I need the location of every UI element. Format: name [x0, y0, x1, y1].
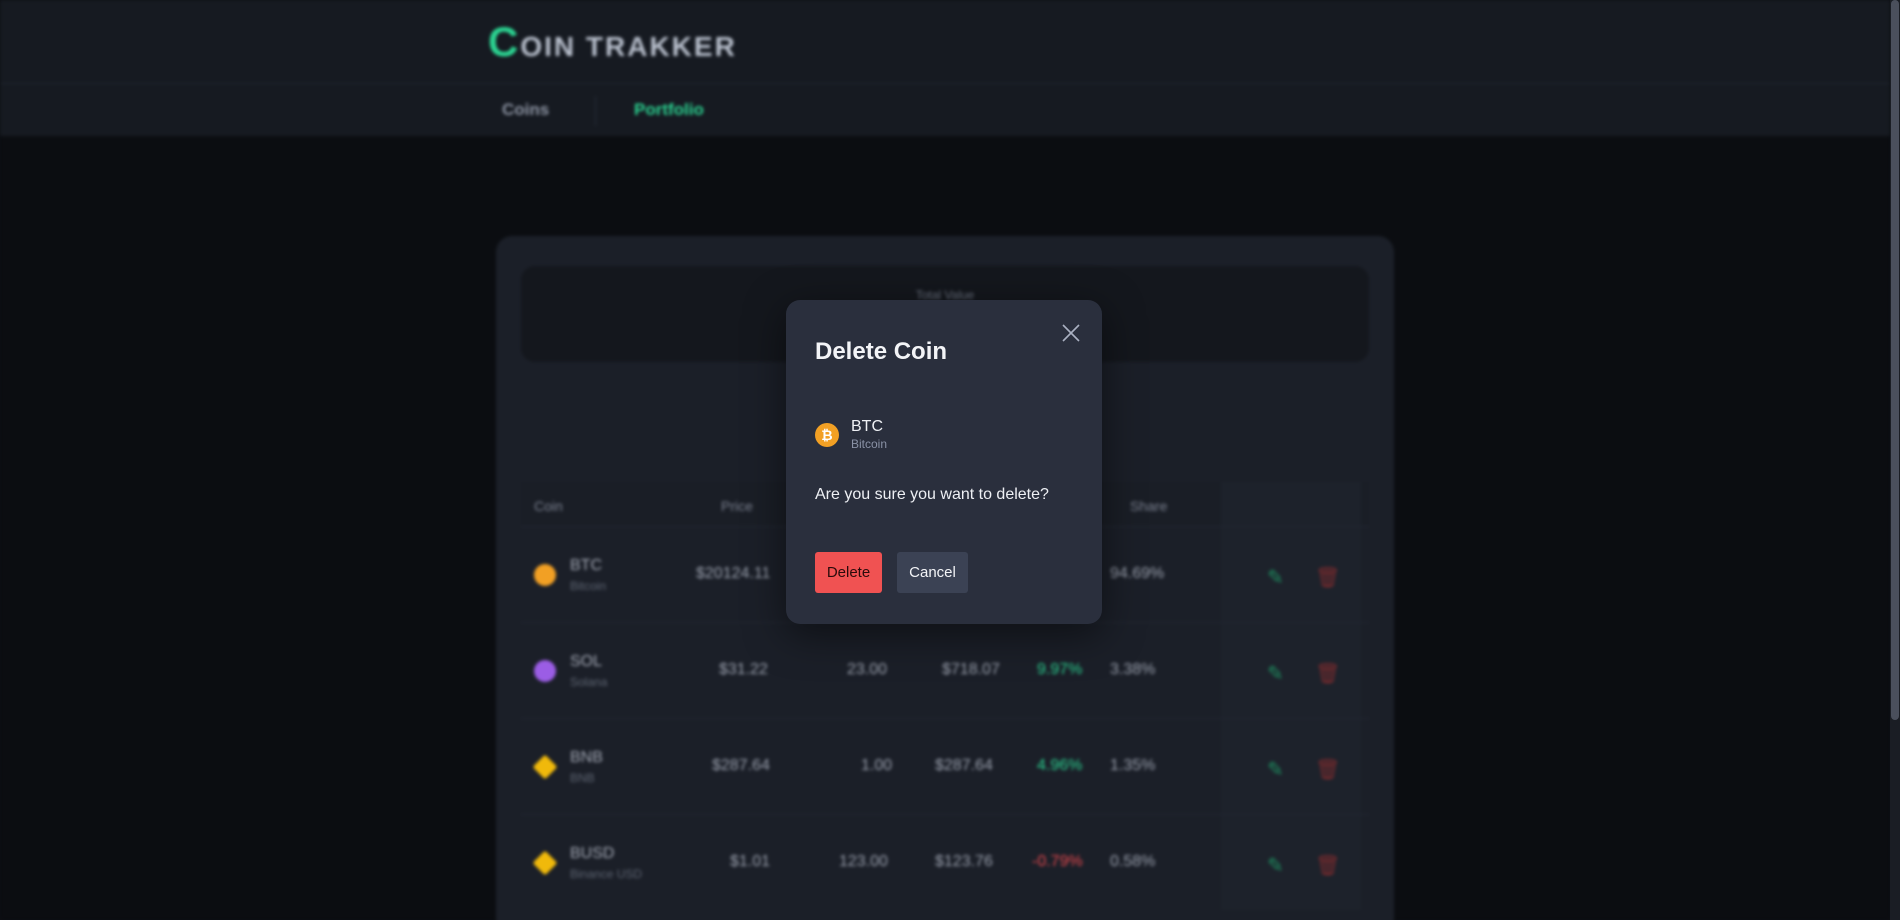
- row-name: Solana: [570, 675, 608, 689]
- trash-icon[interactable]: 🗑: [1315, 565, 1340, 590]
- row-price: $1.01: [730, 853, 771, 870]
- app-logo[interactable]: C OIN TRAKKER: [488, 18, 737, 66]
- edit-icon[interactable]: ✎: [1267, 565, 1284, 590]
- edit-icon[interactable]: ✎: [1267, 853, 1284, 878]
- row-symbol: BNB: [570, 749, 603, 766]
- row-name: BNB: [570, 771, 595, 785]
- bitcoin-icon: ₿: [815, 422, 839, 447]
- table-row[interactable]: BUSD Binance USD $1.01 123.00 $123.76 -0…: [521, 814, 1369, 910]
- row-value: $718.07: [942, 661, 1000, 678]
- solana-icon: [534, 660, 556, 682]
- edit-icon[interactable]: ✎: [1267, 661, 1284, 686]
- row-change: 4.96%: [1037, 757, 1083, 774]
- table-row[interactable]: BNB BNB $287.64 1.00 $287.64 4.96% 1.35%…: [521, 718, 1369, 814]
- row-price: $31.22: [719, 661, 768, 678]
- row-symbol: SOL: [570, 653, 603, 670]
- scrollbar-thumb[interactable]: [1891, 0, 1899, 720]
- tab-portfolio[interactable]: Portfolio: [634, 100, 704, 138]
- modal-coin-info: ₿ BTC Bitcoin: [815, 417, 887, 452]
- header-price: Price: [721, 498, 753, 514]
- row-name: Bitcoin: [570, 579, 607, 593]
- logo-text: OIN TRAKKER: [520, 31, 737, 62]
- row-change: 9.97%: [1037, 661, 1083, 678]
- row-symbol: BUSD: [570, 845, 615, 862]
- row-holdings: 123.00: [839, 853, 888, 870]
- row-share: 94.69%: [1110, 565, 1165, 582]
- row-name: Binance USD: [570, 867, 643, 881]
- row-share: 0.58%: [1110, 853, 1156, 870]
- modal-coin-text: BTC Bitcoin: [851, 417, 887, 452]
- cancel-button[interactable]: Cancel: [897, 552, 968, 593]
- header-share: Share: [1130, 498, 1168, 514]
- modal-message: Are you sure you want to delete?: [815, 486, 1049, 503]
- trash-icon[interactable]: 🗑: [1315, 661, 1340, 686]
- edit-icon[interactable]: ✎: [1267, 757, 1284, 782]
- modal-title: Delete Coin: [815, 338, 948, 365]
- row-value: $123.76: [935, 853, 993, 870]
- row-symbol: BTC: [570, 557, 602, 574]
- row-value: $287.64: [935, 757, 993, 774]
- actions-header: [1221, 482, 1361, 526]
- nav-bar: Coins Portfolio: [0, 84, 1890, 138]
- bnb-icon: [532, 754, 558, 780]
- row-holdings: 23.00: [847, 661, 888, 678]
- trash-icon[interactable]: 🗑: [1315, 757, 1340, 782]
- scrollbar[interactable]: [1890, 0, 1900, 920]
- row-price: $20124.11: [696, 565, 771, 582]
- tab-coins[interactable]: Coins: [502, 100, 549, 120]
- logo-initial: C: [488, 18, 521, 65]
- bitcoin-icon: [534, 564, 556, 586]
- trash-icon[interactable]: 🗑: [1315, 853, 1340, 878]
- row-price: $287.64: [712, 757, 770, 774]
- busd-icon: [532, 850, 558, 876]
- row-holdings: 1.00: [861, 757, 893, 774]
- close-icon[interactable]: [1058, 320, 1084, 346]
- table-row[interactable]: SOL Solana $31.22 23.00 $718.07 9.97% 3.…: [521, 622, 1369, 718]
- row-change: -0.79%: [1032, 853, 1083, 870]
- row-actions: ✎ 🗑: [1221, 623, 1361, 718]
- delete-coin-modal: Delete Coin ₿ BTC Bitcoin Are you sure y…: [786, 300, 1102, 624]
- row-actions: ✎ 🗑: [1221, 815, 1361, 910]
- row-share: 1.35%: [1110, 757, 1156, 774]
- delete-button[interactable]: Delete: [815, 552, 882, 593]
- modal-coin-symbol: BTC: [851, 418, 883, 435]
- row-actions: ✎ 🗑: [1221, 527, 1361, 622]
- header-coin: Coin: [534, 498, 563, 514]
- row-share: 3.38%: [1110, 661, 1156, 678]
- modal-coin-name: Bitcoin: [851, 437, 888, 451]
- row-actions: ✎ 🗑: [1221, 719, 1361, 814]
- nav-divider: [595, 96, 596, 126]
- header: C OIN TRAKKER: [0, 0, 1890, 84]
